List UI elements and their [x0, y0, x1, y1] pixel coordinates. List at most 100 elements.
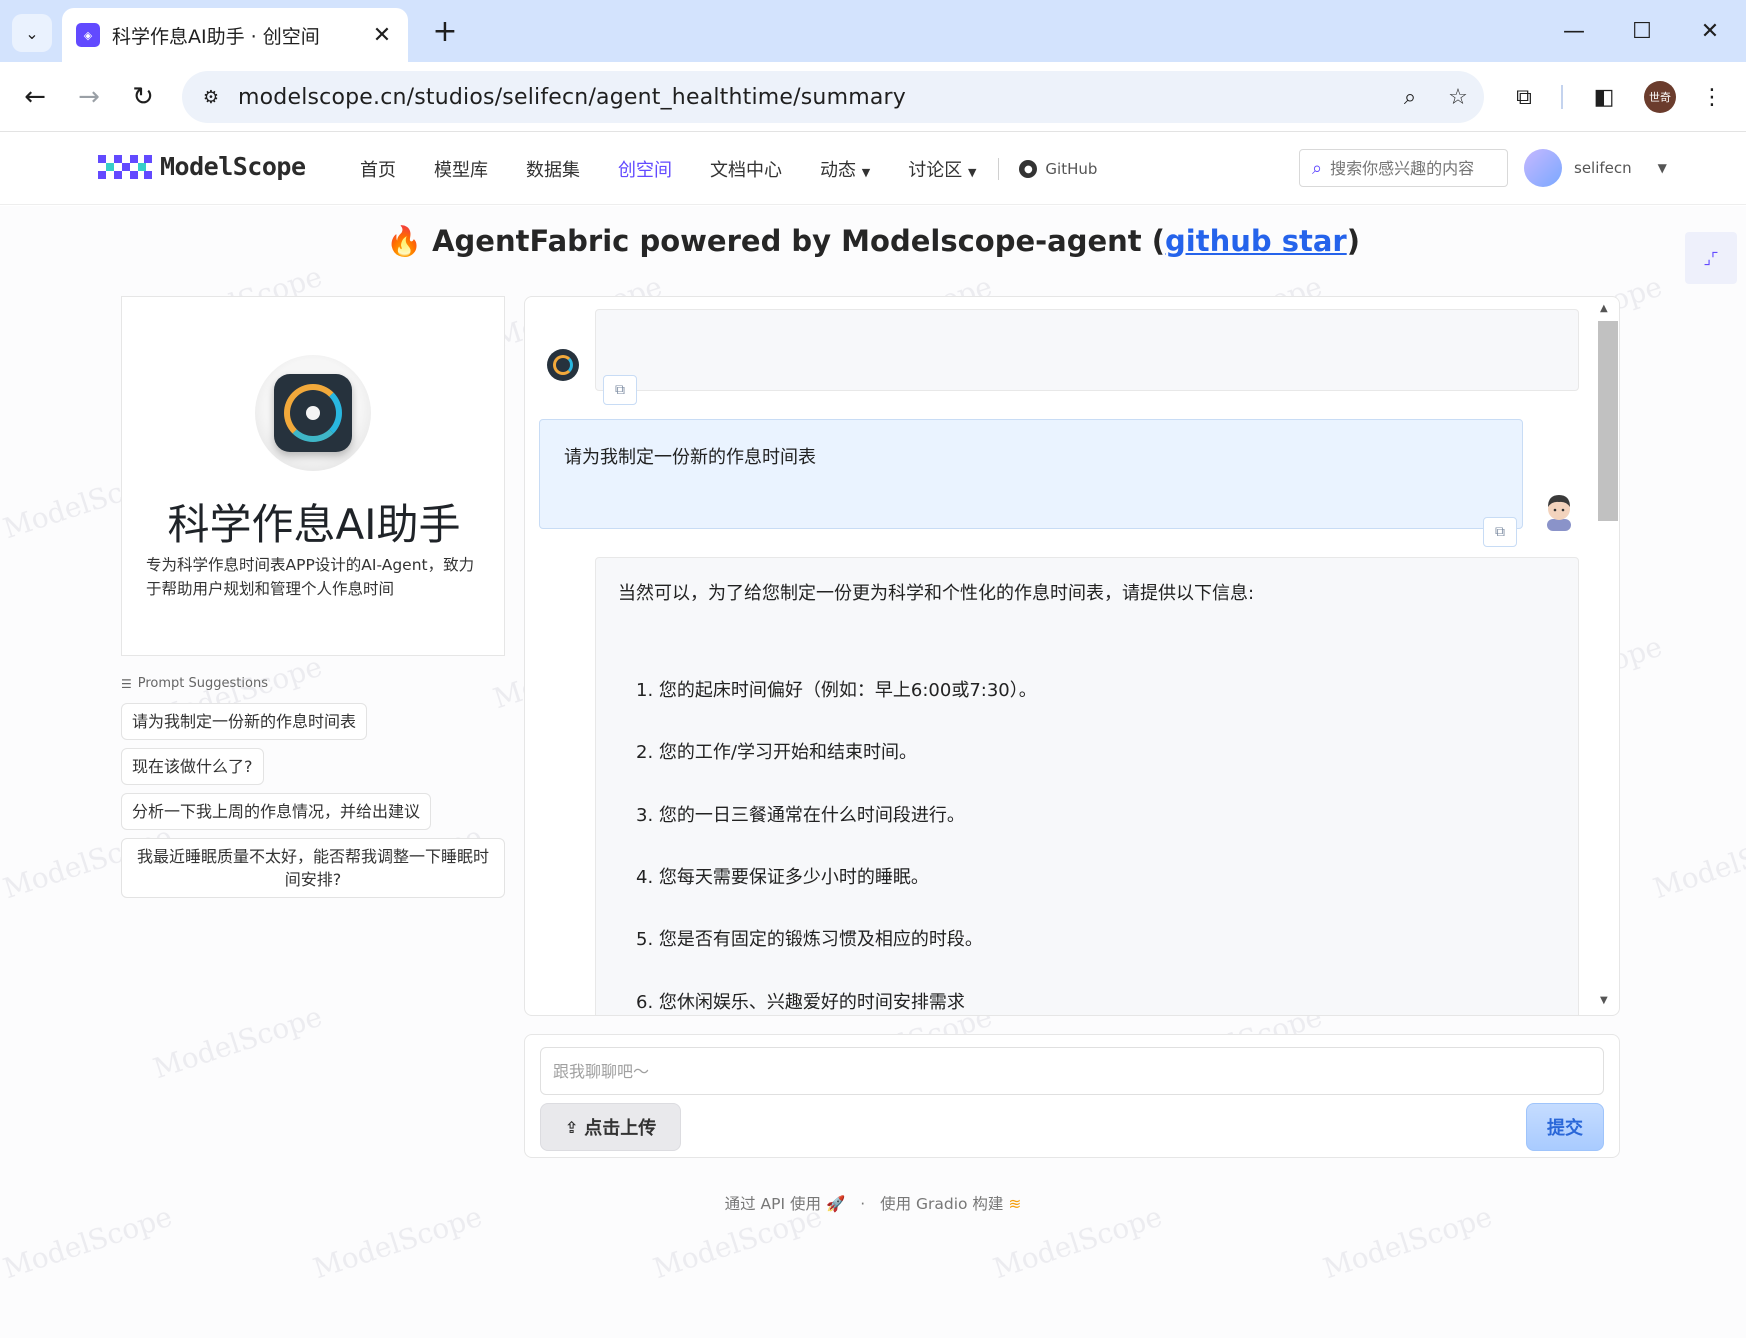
- nav-item-forum[interactable]: 讨论区 ▼: [908, 156, 976, 182]
- forward-arrow-icon[interactable]: →: [68, 76, 110, 118]
- github-icon: ●: [1019, 160, 1038, 178]
- agent-description: 专为科学作息时间表APP设计的AI-Agent，致力于帮助用户规划和管理个人作息…: [146, 556, 475, 598]
- logo-text: ModelScope: [160, 151, 306, 181]
- page-body: ModelScope ModelScope ModelScope ModelSc…: [0, 206, 1746, 1338]
- bot-message: [595, 309, 1579, 391]
- tab-search-chevron-icon[interactable]: ⌄: [12, 14, 52, 52]
- list-item: 6. 您休闲娱乐、兴趣爱好的时间安排需求: [636, 992, 965, 1013]
- watermark: ModelScope: [1649, 819, 1746, 906]
- nav-item-datasets[interactable]: 数据集: [526, 156, 580, 182]
- agent-name: 科学作息AI助手: [167, 500, 461, 549]
- agent-avatar: [255, 355, 371, 471]
- prompt-chip[interactable]: 现在该做什么了?: [121, 748, 264, 785]
- nav-item-models[interactable]: 模型库: [434, 156, 488, 182]
- upload-icon: ⇪: [564, 1117, 579, 1137]
- caret-down-icon: ▼: [1657, 161, 1667, 175]
- github-star-link[interactable]: github star: [1165, 224, 1347, 258]
- site-search[interactable]: ⌕: [1299, 149, 1508, 187]
- user-avatar-icon: [1547, 495, 1571, 531]
- toolbar-divider: [1560, 76, 1564, 118]
- rocket-icon: 🚀: [825, 1195, 846, 1213]
- scroll-up-arrow-icon[interactable]: ▲: [1600, 303, 1608, 314]
- scroll-down-arrow-icon[interactable]: ▼: [1600, 995, 1608, 1006]
- gradio-link[interactable]: 使用 Gradio 构建: [880, 1195, 1003, 1213]
- bot-avatar: [547, 349, 579, 381]
- user-message: 请为我制定一份新的作息时间表: [539, 419, 1523, 529]
- footer: 通过 API 使用 🚀 · 使用 Gradio 构建 ≋: [0, 1192, 1746, 1214]
- title-suffix: ): [1346, 224, 1360, 258]
- nav-divider: [998, 158, 1000, 180]
- address-bar[interactable]: ⚙ modelscope.cn/studios/selifecn/agent_h…: [182, 71, 1484, 123]
- username: selifecn: [1574, 159, 1632, 177]
- close-window-icon[interactable]: ✕: [1680, 10, 1740, 52]
- chat-input[interactable]: [540, 1047, 1604, 1095]
- list-item: 3. 您的一日三餐通常在什么时间段进行。: [636, 805, 965, 826]
- browser-toolbar: ← → ↻ ⚙ modelscope.cn/studios/selifecn/a…: [0, 62, 1746, 132]
- bookmark-star-icon[interactable]: ☆: [1436, 75, 1480, 119]
- browser-tab-bar: ⌄ ◈ 科学作息AI助手 · 创空间 ✕ + — ☐ ✕: [0, 0, 1746, 62]
- prompt-suggestions-text: Prompt Suggestions: [137, 676, 268, 691]
- profile-avatar[interactable]: 世奇: [1638, 76, 1682, 118]
- github-link[interactable]: ● GitHub: [1019, 160, 1097, 178]
- site-settings-icon[interactable]: ⚙: [188, 77, 234, 117]
- bot-message-intro: 当然可以，为了给您制定一份更为科学和个性化的作息时间表，请提供以下信息:: [618, 583, 1255, 604]
- nav-item-news[interactable]: 动态 ▼: [820, 156, 870, 182]
- user-message-text: 请为我制定一份新的作息时间表: [564, 447, 816, 468]
- nav-item-studios[interactable]: 创空间: [618, 156, 672, 182]
- search-icon: ⌕: [1312, 157, 1323, 179]
- browser-menu-icon[interactable]: ⋮: [1690, 76, 1734, 118]
- copy-icon[interactable]: ⧉: [1483, 517, 1517, 547]
- github-label: GitHub: [1045, 160, 1098, 178]
- upload-button-label: 点击上传: [584, 1118, 657, 1139]
- zoom-magnifier-icon[interactable]: ⌕: [1388, 75, 1432, 119]
- agent-dial-icon: [274, 374, 352, 452]
- nav-item-home[interactable]: 首页: [360, 156, 396, 182]
- tab-close-icon[interactable]: ✕: [370, 23, 394, 48]
- chat-input-panel: ⇪ 点击上传 提交: [524, 1034, 1620, 1158]
- user-menu[interactable]: selifecn ▼: [1524, 149, 1667, 187]
- chat-scrollbar[interactable]: ▲ ▼: [1595, 301, 1618, 1011]
- list-item: 5. 您是否有固定的锻炼习惯及相应的时段。: [636, 929, 983, 950]
- bot-message: 当然可以，为了给您制定一份更为科学和个性化的作息时间表，请提供以下信息: 1. …: [595, 557, 1579, 1015]
- list-item: 1. 您的起床时间偏好（例如：早上6:00或7:30）。: [636, 680, 1037, 701]
- page-title: 🔥 AgentFabric powered by Modelscope-agent…: [0, 224, 1746, 259]
- back-arrow-icon[interactable]: ←: [14, 76, 56, 118]
- prompt-chip[interactable]: 我最近睡眠质量不太好，能否帮我调整一下睡眠时间安排?: [121, 838, 505, 898]
- agent-profile-card: 科学作息AI助手 专为科学作息时间表APP设计的AI-Agent，致力于帮助用户…: [121, 296, 505, 656]
- logo-mark-icon: [98, 151, 152, 181]
- caret-down-icon: ▼: [861, 166, 871, 179]
- footer-separator: ·: [860, 1195, 866, 1213]
- upload-button[interactable]: ⇪ 点击上传: [540, 1103, 681, 1151]
- modelscope-logo[interactable]: ModelScope: [98, 151, 306, 181]
- nav-item-docs[interactable]: 文档中心: [710, 156, 782, 182]
- copy-icon[interactable]: ⧉: [603, 375, 637, 405]
- browser-tab[interactable]: ◈ 科学作息AI助手 · 创空间 ✕: [62, 8, 408, 62]
- profile-initials: 世奇: [1644, 81, 1676, 113]
- nav-item-news-label: 动态: [820, 160, 856, 181]
- favicon-icon: ◈: [76, 23, 100, 47]
- prompt-chip[interactable]: 请为我制定一份新的作息时间表: [121, 703, 368, 740]
- list-item: 4. 您每天需要保证多少小时的睡眠。: [636, 867, 929, 888]
- caret-down-icon: ▼: [967, 166, 977, 179]
- api-link[interactable]: 通过 API 使用: [725, 1195, 821, 1213]
- maximize-icon[interactable]: ☐: [1612, 10, 1672, 52]
- side-panel-icon[interactable]: ◧: [1582, 76, 1626, 118]
- gradio-logo-icon: ≋: [1008, 1195, 1022, 1213]
- list-item: 2. 您的工作/学习开始和结束时间。: [636, 742, 917, 763]
- prompt-chip[interactable]: 分析一下我上周的作息情况，并给出建议: [121, 793, 432, 830]
- scroll-thumb[interactable]: [1598, 321, 1618, 521]
- minimize-icon[interactable]: —: [1544, 10, 1604, 52]
- collapse-icon[interactable]: ⌟⌜: [1685, 232, 1737, 284]
- chat-panel: ⧉ 请为我制定一份新的作息时间表 ⧉ 当然可以，为了给您制定一份更为科学和个性化…: [524, 296, 1620, 1016]
- main-nav: 首页 模型库 数据集 创空间 文档中心 动态 ▼ 讨论区 ▼ ● GitHub: [360, 133, 1097, 205]
- url-text[interactable]: modelscope.cn/studios/selifecn/agent_hea…: [238, 85, 1388, 110]
- submit-button[interactable]: 提交: [1526, 1103, 1604, 1151]
- site-search-input[interactable]: [1330, 158, 1491, 178]
- extensions-puzzle-icon[interactable]: ⧉: [1502, 76, 1546, 118]
- new-tab-plus-icon[interactable]: +: [426, 14, 464, 52]
- nav-item-forum-label: 讨论区: [908, 160, 963, 181]
- tab-title: 科学作息AI助手 · 创空间: [112, 25, 320, 48]
- reload-icon[interactable]: ↻: [122, 76, 164, 118]
- title-prefix: AgentFabric powered by Modelscope-agent …: [432, 224, 1166, 258]
- prompt-suggestions-label: ☰ Prompt Suggestions: [121, 676, 268, 691]
